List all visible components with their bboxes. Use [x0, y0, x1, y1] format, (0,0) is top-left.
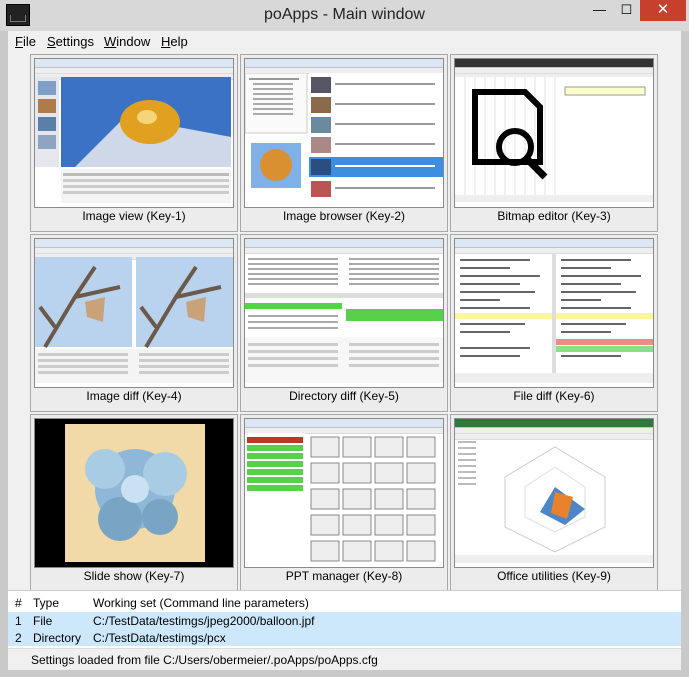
menu-settings[interactable]: Settings — [47, 34, 94, 49]
row-type: File — [33, 614, 53, 628]
tile-image-view[interactable]: Image view (Key-1) — [30, 54, 238, 232]
working-set-table[interactable]: # Type Working set (Command line paramet… — [8, 590, 681, 649]
column-header-number[interactable]: # — [15, 596, 22, 610]
tile-directory-diff[interactable]: Directory diff (Key-5) — [240, 234, 448, 412]
image-diff-preview — [34, 238, 234, 388]
tile-caption: Image diff (Key-4) — [86, 389, 182, 403]
menu-bar: File Settings Window Help — [8, 31, 681, 52]
column-header-type[interactable]: Type — [33, 596, 59, 610]
table-row[interactable]: 1 File C:/TestData/testimgs/jpeg2000/bal… — [8, 612, 681, 629]
minimize-button[interactable]: — — [586, 0, 613, 21]
tile-caption: File diff (Key-6) — [513, 389, 595, 403]
tile-image-browser[interactable]: Image browser (Key-2) — [240, 54, 448, 232]
title-bar: poApps - Main window — ☐ ✕ — [0, 0, 689, 31]
main-content: Image view (Key-1) Image browser (Key-2)… — [8, 52, 681, 670]
tile-ppt-manager[interactable]: PPT manager (Key-8) — [240, 414, 448, 592]
row-type: Directory — [33, 631, 82, 645]
close-button[interactable]: ✕ — [640, 0, 686, 21]
column-header-working-set[interactable]: Working set (Command line parameters) — [93, 596, 309, 610]
file-diff-preview — [454, 238, 654, 388]
table-row[interactable]: 2 Directory C:/TestData/testimgs/pcx — [8, 629, 681, 646]
tile-caption: Image browser (Key-2) — [282, 209, 406, 223]
tile-caption: Slide show (Key-7) — [83, 569, 185, 583]
tile-image-diff[interactable]: Image diff (Key-4) — [30, 234, 238, 412]
tile-slide-show[interactable]: Slide show (Key-7) — [30, 414, 238, 592]
tile-caption: Image view (Key-1) — [82, 209, 186, 223]
bitmap-editor-preview — [454, 58, 654, 208]
row-path: C:/TestData/testimgs/jpeg2000/balloon.jp… — [93, 614, 315, 628]
menu-help[interactable]: Help — [161, 34, 188, 49]
tile-caption: Directory diff (Key-5) — [289, 389, 399, 403]
status-text: Settings loaded from file C:/Users/oberm… — [31, 653, 378, 667]
office-utilities-preview — [454, 418, 654, 568]
tile-caption: PPT manager (Key-8) — [285, 569, 403, 583]
image-view-preview — [34, 58, 234, 208]
status-bar: Settings loaded from file C:/Users/oberm… — [8, 648, 681, 670]
menu-file[interactable]: File — [15, 34, 36, 49]
tile-office-utilities[interactable]: Office utilities (Key-9) — [450, 414, 658, 592]
row-number: 1 — [15, 614, 22, 628]
ppt-manager-preview — [244, 418, 444, 568]
tile-caption: Bitmap editor (Key-3) — [497, 209, 611, 223]
row-path: C:/TestData/testimgs/pcx — [93, 631, 226, 645]
directory-diff-preview — [244, 238, 444, 388]
tile-caption: Office utilities (Key-9) — [497, 569, 611, 583]
tile-file-diff[interactable]: File diff (Key-6) — [450, 234, 658, 412]
menu-window[interactable]: Window — [104, 34, 150, 49]
row-number: 2 — [15, 631, 22, 645]
tile-bitmap-editor[interactable]: Bitmap editor (Key-3) — [450, 54, 658, 232]
maximize-button[interactable]: ☐ — [613, 0, 640, 21]
image-browser-preview — [244, 58, 444, 208]
app-launcher-grid: Image view (Key-1) Image browser (Key-2)… — [30, 54, 658, 592]
slide-show-preview — [34, 418, 234, 568]
